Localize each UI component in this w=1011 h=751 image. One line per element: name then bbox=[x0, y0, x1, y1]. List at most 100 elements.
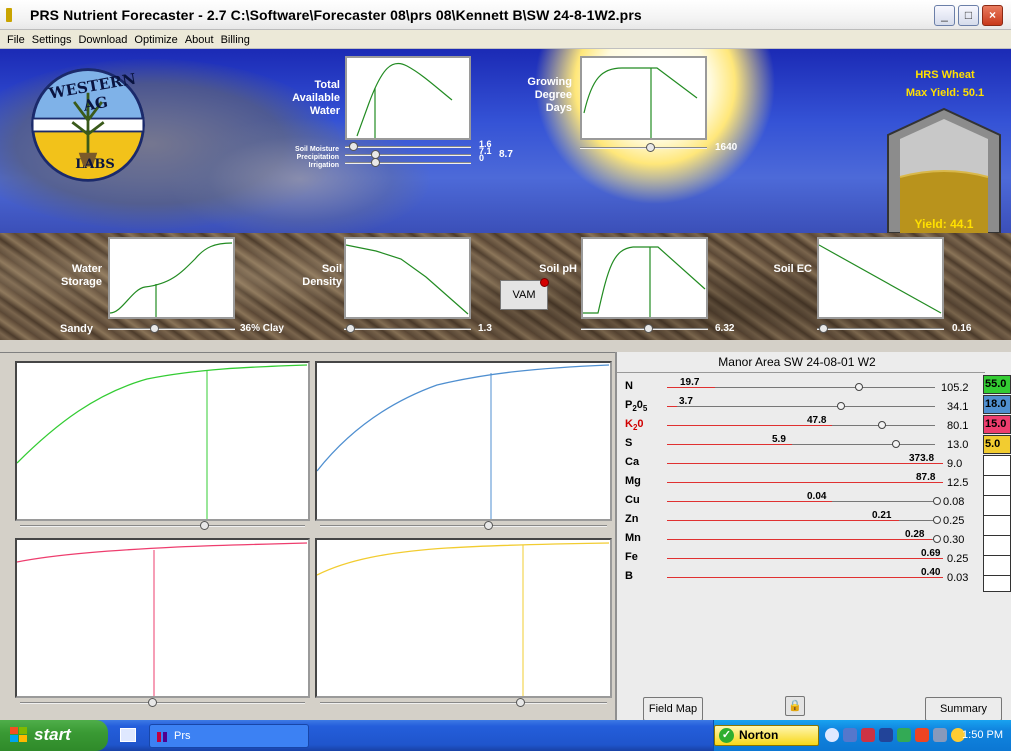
mn-knob[interactable] bbox=[933, 535, 941, 543]
growing-degree-days-graph bbox=[580, 56, 707, 140]
gdd-label-line: Degree bbox=[534, 89, 572, 101]
nutrient-name: Ca bbox=[625, 456, 640, 468]
vam-button[interactable]: VAM bbox=[500, 278, 549, 310]
soil-ph-label: Soil pH bbox=[539, 263, 577, 275]
nutrient-row-b: B 0.40 0.03 bbox=[617, 567, 1011, 586]
nutrient-row-k: K20 47.8 80.1 bbox=[617, 415, 1011, 434]
soil-density-curve bbox=[346, 244, 469, 315]
tray-icon[interactable] bbox=[933, 728, 947, 742]
tray-icon[interactable] bbox=[879, 728, 893, 742]
phosphorus-slider[interactable] bbox=[320, 521, 607, 531]
close-button[interactable]: × bbox=[982, 5, 1003, 26]
norton-button[interactable]: ✓ Norton bbox=[714, 725, 819, 746]
panel-separator bbox=[0, 340, 1011, 352]
quick-launch-icon[interactable] bbox=[120, 728, 136, 742]
field-map-button[interactable]: Field Map bbox=[643, 697, 703, 721]
window-title: PRS Nutrient Forecaster - 2.7 C:\Softwar… bbox=[30, 7, 642, 23]
app-icon bbox=[6, 8, 12, 22]
nutrient-max: 0.03 bbox=[947, 572, 969, 584]
total-water-graph bbox=[345, 56, 471, 140]
logo-bottom-text: LABS bbox=[75, 157, 115, 172]
nitrogen-slider[interactable] bbox=[20, 521, 305, 531]
header-divider bbox=[617, 372, 985, 373]
tray-icon[interactable] bbox=[915, 728, 929, 742]
water-label-line: Water bbox=[309, 105, 340, 117]
summary-button[interactable]: Summary bbox=[925, 697, 1002, 721]
nutrient-name: N bbox=[625, 380, 633, 392]
water-storage-line: Storage bbox=[61, 276, 102, 288]
menu-about[interactable]: About bbox=[178, 32, 214, 46]
crop-name: HRS Wheat bbox=[915, 69, 975, 81]
soil-moisture-label: Soil Moisture bbox=[295, 146, 339, 153]
windows-flag-icon bbox=[10, 727, 27, 742]
nutrient-value: 373.8 bbox=[909, 453, 935, 464]
p-knob[interactable] bbox=[837, 402, 845, 410]
nutrient-value: 87.8 bbox=[916, 472, 936, 483]
k-rate-swatch[interactable]: 15.0 bbox=[983, 415, 1011, 434]
menu-download[interactable]: Download bbox=[71, 32, 127, 46]
n-knob[interactable] bbox=[855, 383, 863, 391]
water-storage-label: Water Storage bbox=[30, 263, 102, 289]
nutrient-name: Zn bbox=[625, 513, 639, 525]
water-storage-curve bbox=[110, 242, 233, 317]
app-label: Prs bbox=[174, 730, 191, 742]
nutrient-name: K20 bbox=[625, 418, 644, 433]
sandy-label: Sandy bbox=[60, 323, 94, 335]
clay-slider[interactable] bbox=[108, 324, 235, 334]
lock-button[interactable]: 🔒 bbox=[785, 696, 805, 716]
soil-density-line: Density bbox=[302, 276, 342, 288]
climate-panel: WESTERN AG LABS Total Available Water So… bbox=[0, 49, 1011, 233]
volume-icon[interactable] bbox=[843, 728, 857, 742]
s-rate-swatch[interactable]: 5.0 bbox=[983, 435, 1011, 454]
phosphorus-curve bbox=[316, 364, 610, 519]
prs-app-icon bbox=[157, 732, 167, 742]
water-label-line: Total bbox=[314, 79, 340, 91]
menu-file[interactable]: File bbox=[0, 32, 25, 46]
n-rate-swatch[interactable]: 55.0 bbox=[983, 375, 1011, 394]
water-values: 1.6 7.1 0 bbox=[479, 140, 492, 163]
menu-optimize[interactable]: Optimize bbox=[127, 32, 177, 46]
potassium-graph bbox=[15, 538, 310, 698]
nutrient-value: 0.21 bbox=[872, 510, 892, 521]
nutrient-name: B bbox=[625, 570, 633, 582]
app-window: PRS Nutrient Forecaster - 2.7 C:\Softwar… bbox=[0, 0, 1011, 751]
water-label-line: Available bbox=[292, 92, 340, 104]
sulfur-slider[interactable] bbox=[320, 698, 607, 708]
ph-value: 6.32 bbox=[715, 323, 735, 334]
nutrient-row-cu: Cu 0.04 0.08 bbox=[617, 491, 1011, 510]
gdd-label: Growing Degree Days bbox=[500, 76, 572, 115]
p-rate-swatch[interactable]: 18.0 bbox=[983, 395, 1011, 414]
s-knob[interactable] bbox=[892, 440, 900, 448]
minimize-button[interactable]: _ bbox=[934, 5, 955, 26]
nutrient-row-mn: Mn 0.28 0.30 bbox=[617, 529, 1011, 548]
vam-label: VAM bbox=[512, 289, 536, 301]
nutrient-value: 47.8 bbox=[807, 415, 827, 426]
water-slider-labels: Soil Moisture Precipitation Irrigation bbox=[272, 146, 339, 170]
ph-slider[interactable] bbox=[581, 324, 708, 334]
taskbar-app-prs[interactable]: Prs bbox=[149, 724, 309, 748]
menu-settings[interactable]: Settings bbox=[25, 32, 72, 46]
cu-knob[interactable] bbox=[933, 497, 941, 505]
phosphorus-graph bbox=[315, 361, 612, 521]
max-yield: Max Yield: 50.1 bbox=[905, 87, 985, 99]
k-knob[interactable] bbox=[878, 421, 886, 429]
nutrient-max: 13.0 bbox=[947, 439, 969, 451]
irrigation-slider[interactable] bbox=[345, 158, 471, 168]
soil-panel: Water Storage Sandy 36% Clay Soil Densit… bbox=[0, 233, 1011, 340]
restore-button[interactable]: □ bbox=[958, 5, 979, 26]
gdd-slider[interactable] bbox=[580, 143, 707, 153]
tray-icon[interactable] bbox=[897, 728, 911, 742]
menu-billing[interactable]: Billing bbox=[214, 32, 250, 46]
tray-icon[interactable] bbox=[825, 728, 839, 742]
water-curve bbox=[356, 62, 453, 138]
density-value: 1.3 bbox=[478, 323, 492, 334]
nutrient-value: 0.69 bbox=[921, 548, 941, 559]
density-slider[interactable] bbox=[344, 324, 471, 334]
tray-icon[interactable] bbox=[861, 728, 875, 742]
potassium-slider[interactable] bbox=[20, 698, 305, 708]
nitrogen-curve bbox=[16, 364, 308, 519]
nutrient-name: Fe bbox=[625, 551, 638, 563]
start-button[interactable]: start bbox=[0, 720, 108, 751]
zn-knob[interactable] bbox=[933, 516, 941, 524]
ec-slider[interactable] bbox=[817, 324, 944, 334]
